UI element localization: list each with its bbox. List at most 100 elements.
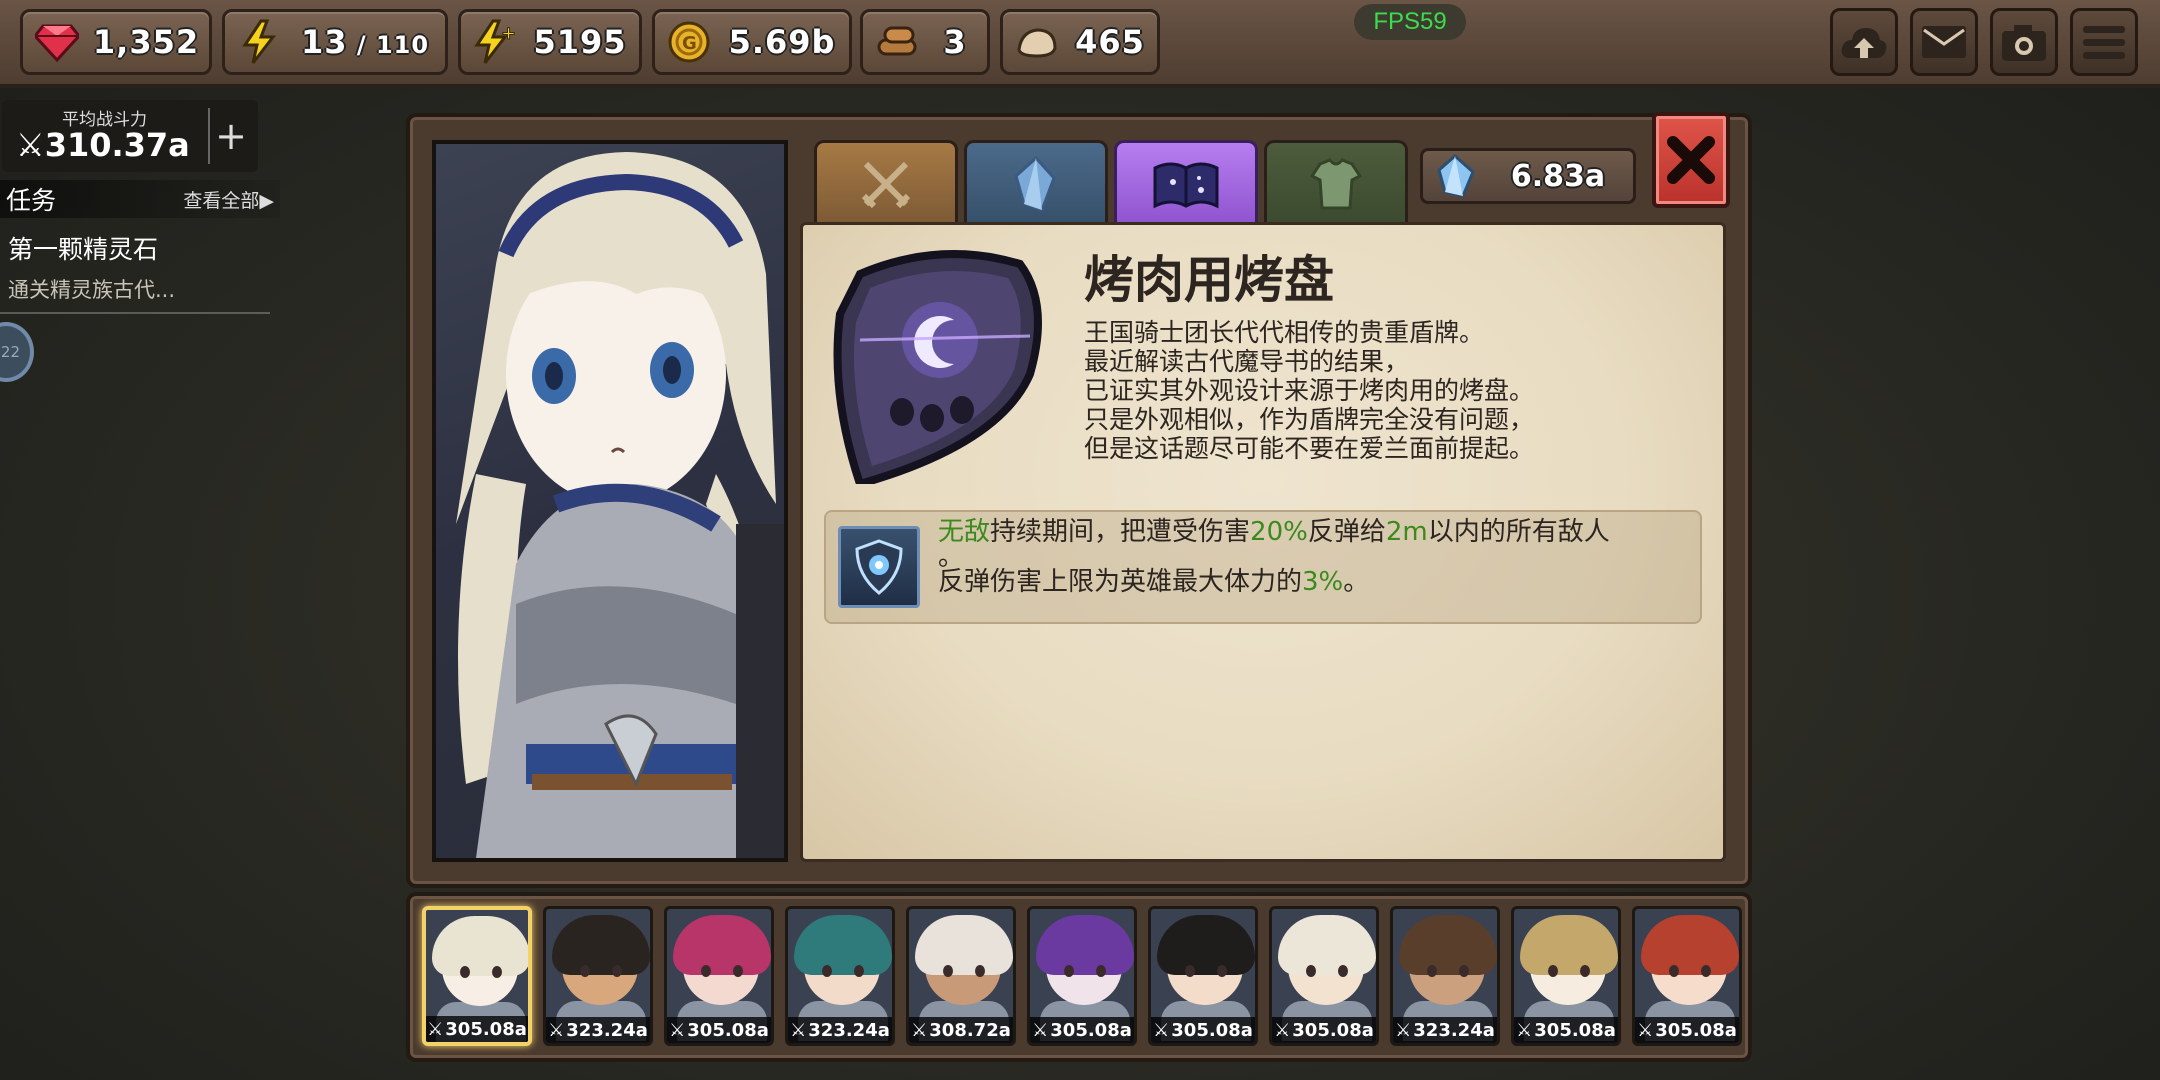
main-menu-button[interactable] bbox=[2070, 8, 2138, 76]
crossed-swords-icon: ⚔ bbox=[548, 1019, 565, 1041]
boost-counter[interactable]: + 5195 bbox=[458, 9, 642, 75]
hero-card[interactable]: ⚔ 305.08a bbox=[422, 906, 532, 1046]
average-power-value: ⚔310.37a bbox=[16, 126, 190, 164]
crossed-swords-icon: ⚔ bbox=[1274, 1019, 1291, 1041]
item-description-line: 王国骑士团长代代相传的贵重盾牌。 bbox=[1084, 318, 1485, 347]
hero-eyes bbox=[820, 965, 866, 977]
crossed-swords-icon: ⚔ bbox=[1032, 1019, 1049, 1041]
crystal-icon bbox=[1437, 154, 1475, 198]
hero-power-label: ⚔ 305.08a bbox=[1514, 1017, 1618, 1043]
hero-power-label: ⚔ 305.08a bbox=[1030, 1017, 1134, 1043]
mail-button[interactable] bbox=[1910, 8, 1978, 76]
cloud-upload-button[interactable] bbox=[1830, 8, 1898, 76]
shield-item-icon bbox=[833, 250, 1042, 484]
hero-portrait bbox=[432, 140, 788, 862]
crossed-swords-icon: ⚔ bbox=[1637, 1019, 1654, 1041]
hero-card[interactable]: ⚔ 323.24a bbox=[785, 906, 895, 1046]
stone-icon bbox=[1011, 16, 1063, 68]
crossed-swords-icon: ⚔ bbox=[16, 126, 45, 164]
quest-title: 任务 bbox=[6, 186, 57, 215]
average-power-panel: 平均战斗力 ⚔310.37a + bbox=[2, 100, 258, 172]
mail-icon bbox=[1922, 26, 1966, 58]
hero-card[interactable]: ⚔ 323.24a bbox=[543, 906, 653, 1046]
hero-eyes bbox=[699, 965, 745, 977]
hero-card[interactable]: ⚔ 305.08a bbox=[1632, 906, 1742, 1046]
crossed-swords-icon: ⚔ bbox=[911, 1019, 928, 1041]
hero-eyes bbox=[1183, 965, 1229, 977]
tab-crystal[interactable] bbox=[964, 140, 1108, 224]
gold-counter[interactable]: G 5.69b bbox=[652, 9, 852, 75]
crossed-swords-icon: ⚔ bbox=[1153, 1019, 1170, 1041]
hero-card[interactable]: ⚔ 305.08a bbox=[1511, 906, 1621, 1046]
lightning-plus-icon: + bbox=[469, 16, 521, 68]
hero-eyes bbox=[1667, 965, 1713, 977]
hero-power-label: ⚔ 305.08a bbox=[1151, 1017, 1255, 1043]
wood-logs-icon bbox=[871, 16, 923, 68]
crystal-currency-value: 6.83a bbox=[1510, 158, 1606, 194]
view-all-quests-link[interactable]: 查看全部▶ bbox=[183, 186, 274, 213]
shield-skill-icon[interactable] bbox=[838, 526, 920, 608]
hero-card[interactable]: ⚔ 308.72a bbox=[906, 906, 1016, 1046]
progress-orb[interactable]: 22 bbox=[0, 322, 34, 382]
hero-power-label: ⚔ 305.08a bbox=[667, 1017, 771, 1043]
armor-icon bbox=[1309, 157, 1363, 209]
hero-power-label: ⚔ 323.24a bbox=[788, 1017, 892, 1043]
crossed-swords-icon bbox=[861, 161, 911, 208]
gems-counter[interactable]: 1,352 bbox=[20, 9, 212, 75]
hero-power-value: 305.08a bbox=[1171, 1019, 1253, 1041]
wood-value: 3 bbox=[943, 23, 967, 61]
item-description-line: 只是外观相似，作为盾牌完全没有问题， bbox=[1084, 405, 1535, 434]
svg-text:+: + bbox=[501, 23, 516, 44]
quest-item-title[interactable]: 第一颗精灵石 bbox=[0, 230, 280, 266]
cloud-upload-icon bbox=[1841, 28, 1887, 58]
add-power-button[interactable]: + bbox=[208, 108, 252, 164]
quest-header: 任务 查看全部▶ bbox=[0, 180, 280, 218]
hero-card[interactable]: ⚔ 323.24a bbox=[1390, 906, 1500, 1046]
quest-item-desc[interactable]: 通关精灵族古代... bbox=[0, 274, 280, 304]
hero-power-value: 323.24a bbox=[1413, 1019, 1495, 1041]
boost-value: 5195 bbox=[533, 23, 627, 61]
hero-eyes bbox=[941, 965, 987, 977]
fps-counter: FPS59 bbox=[1354, 4, 1466, 40]
hero-card[interactable]: ⚔ 305.08a bbox=[1148, 906, 1258, 1046]
item-name: 烤肉用烤盘 bbox=[1084, 251, 1334, 309]
hero-eyes bbox=[1546, 965, 1592, 977]
camera-button[interactable] bbox=[1990, 8, 2058, 76]
hero-power-value: 323.24a bbox=[808, 1019, 890, 1041]
hero-power-value: 305.08a bbox=[1655, 1019, 1737, 1041]
hero-power-value: 323.24a bbox=[566, 1019, 648, 1041]
energy-counter[interactable]: 13 / 110 bbox=[222, 9, 448, 75]
crossed-swords-icon: ⚔ bbox=[790, 1019, 807, 1041]
gold-value: 5.69b bbox=[728, 23, 836, 61]
knight-portrait-illustration bbox=[456, 152, 784, 858]
item-description: 王国骑士团长代代相传的贵重盾牌。 最近解读古代魔导书的结果， 已证实其外观设计来… bbox=[1084, 318, 1704, 463]
hero-eyes bbox=[1304, 965, 1350, 977]
wood-counter[interactable]: 3 bbox=[860, 9, 990, 75]
hero-power-label: ⚔ 305.08a bbox=[1635, 1017, 1739, 1043]
item-description-line: 最近解读古代魔导书的结果， bbox=[1084, 347, 1410, 376]
tab-weapon[interactable] bbox=[814, 140, 958, 224]
crossed-swords-icon: ⚔ bbox=[1395, 1019, 1412, 1041]
hero-card[interactable]: ⚔ 305.08a bbox=[1269, 906, 1379, 1046]
hero-card[interactable]: ⚔ 305.08a bbox=[1027, 906, 1137, 1046]
gold-coin-icon: G bbox=[663, 16, 715, 68]
hero-power-label: ⚔ 305.08a bbox=[1272, 1017, 1376, 1043]
tab-armor[interactable] bbox=[1264, 140, 1408, 224]
menu-icon bbox=[2083, 26, 2125, 59]
hero-power-value: 305.08a bbox=[687, 1019, 769, 1041]
crystal-icon bbox=[1014, 155, 1056, 212]
hero-eyes bbox=[1425, 965, 1471, 977]
skill-effect-text: 无敌持续期间，把遭受伤害20%反弹给2m以内的所有敌人 。 反弹伤害上限为英雄最… bbox=[938, 517, 1610, 597]
crossed-swords-icon: ⚔ bbox=[669, 1019, 686, 1041]
hero-power-label: ⚔ 323.24a bbox=[1393, 1017, 1497, 1043]
tab-spellbook-selected[interactable] bbox=[1114, 140, 1258, 224]
hero-power-label: ⚔ 323.24a bbox=[546, 1017, 650, 1043]
crystal-currency: 6.83a bbox=[1420, 148, 1636, 204]
hero-power-value: 305.08a bbox=[1050, 1019, 1132, 1041]
stone-counter[interactable]: 465 bbox=[1000, 9, 1160, 75]
hero-card[interactable]: ⚔ 305.08a bbox=[664, 906, 774, 1046]
stone-value: 465 bbox=[1075, 23, 1145, 61]
hero-power-value: 305.08a bbox=[1292, 1019, 1374, 1041]
close-button[interactable] bbox=[1652, 112, 1730, 208]
gems-value: 1,352 bbox=[92, 23, 200, 61]
